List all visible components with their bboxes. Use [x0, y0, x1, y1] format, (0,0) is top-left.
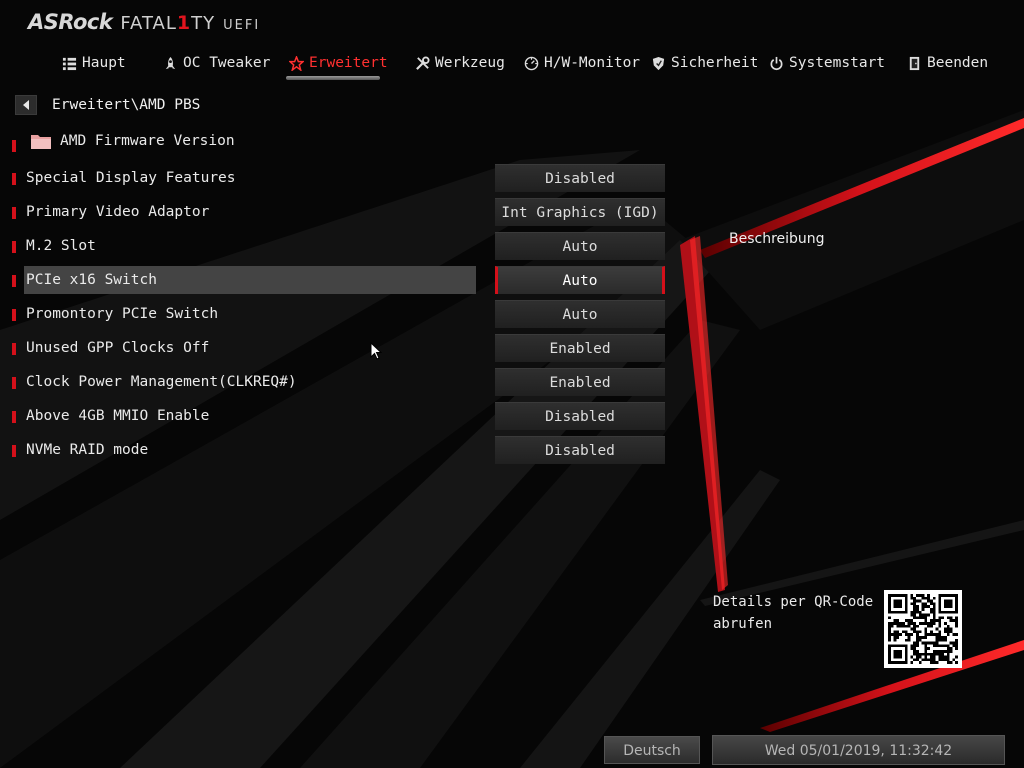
rocket-icon [165, 56, 176, 69]
description-title: Beschreibung [729, 231, 825, 247]
setting-label: PCIe x16 Switch [26, 272, 157, 288]
menu-item-label: AMD Firmware Version [60, 133, 235, 149]
setting-value-button[interactable]: Disabled [495, 436, 665, 464]
list-icon [62, 57, 77, 70]
item-marker [12, 377, 16, 389]
folder-icon [31, 135, 51, 149]
setting-label: M.2 Slot [26, 238, 96, 254]
tab-label: Werkzeug [435, 55, 505, 71]
item-marker [12, 207, 16, 219]
tab-werkzeug[interactable]: Werkzeug [415, 50, 505, 76]
item-marker [12, 173, 16, 185]
shield-icon [652, 56, 665, 70]
star-icon [289, 55, 304, 71]
tab-label: Erweitert [309, 55, 388, 71]
setting-row-primary-video-adaptor[interactable]: Primary Video Adaptor Int Graphics (IGD) [0, 198, 680, 226]
tab-label: H/W-Monitor [544, 55, 641, 71]
setting-value-button[interactable]: Disabled [495, 402, 665, 430]
qr-code [884, 590, 962, 668]
setting-value-button[interactable]: Disabled [495, 164, 665, 192]
setting-label: Primary Video Adaptor [26, 204, 210, 220]
tab-label: Beenden [927, 55, 989, 71]
active-tab-indicator [286, 76, 380, 80]
setting-label: NVMe RAID mode [26, 442, 149, 458]
item-marker [12, 140, 16, 152]
menu-item-amd-firmware-version[interactable]: AMD Firmware Version [0, 128, 480, 154]
tools-icon [416, 55, 430, 70]
setting-label: Special Display Features [26, 170, 236, 186]
qr-caption: Details per QR-Code abrufen [713, 591, 878, 635]
datetime-display: Wed 05/01/2019, 11:32:42 [712, 735, 1005, 765]
tab-erweitert[interactable]: Erweitert [289, 50, 388, 76]
setting-label: Unused GPP Clocks Off [26, 340, 210, 356]
qr-caption-line2: abrufen [713, 616, 773, 632]
setting-row-clock-power-management[interactable]: Clock Power Management(CLKREQ#) Enabled [0, 368, 680, 396]
tab-oc-tweaker[interactable]: OC Tweaker [163, 50, 270, 76]
setting-row-above-4gb-mmio[interactable]: Above 4GB MMIO Enable Disabled [0, 402, 680, 430]
back-arrow-icon [23, 100, 29, 110]
power-icon [770, 56, 783, 70]
tab-label: OC Tweaker [183, 55, 271, 71]
setting-row-pcie-x16-switch[interactable]: PCIe x16 Switch Auto [0, 266, 680, 294]
asrock-fatal1ty-logo: ASRock FATAL1TY UEFI [28, 10, 260, 38]
item-marker [12, 411, 16, 423]
tab-haupt[interactable]: Haupt [62, 50, 126, 76]
setting-label: Promontory PCIe Switch [26, 306, 219, 322]
setting-row-special-display-features[interactable]: Special Display Features Disabled [0, 164, 680, 192]
tab-hw-monitor[interactable]: H/W-Monitor [524, 50, 640, 76]
tab-label: Sicherheit [671, 55, 759, 71]
item-marker [12, 309, 16, 321]
item-marker [12, 343, 16, 355]
item-marker [12, 445, 16, 457]
language-button[interactable]: Deutsch [604, 736, 700, 764]
tab-systemstart[interactable]: Systemstart [769, 50, 885, 76]
top-nav: Haupt OC Tweaker Erweitert Werkzeug H/W-… [0, 50, 1024, 80]
breadcrumb-path: Erweitert\AMD PBS [52, 97, 201, 113]
setting-label: Above 4GB MMIO Enable [26, 408, 210, 424]
tab-sicherheit[interactable]: Sicherheit [651, 50, 758, 76]
mouse-cursor-icon [370, 342, 382, 360]
exit-door-icon [909, 56, 920, 70]
setting-value-button[interactable]: Int Graphics (IGD) [495, 198, 665, 226]
monitor-gauge-icon [524, 56, 539, 70]
setting-value-button[interactable]: Enabled [495, 334, 665, 362]
setting-row-nvme-raid-mode[interactable]: NVMe RAID mode Disabled [0, 436, 680, 464]
back-button[interactable] [15, 95, 37, 115]
setting-value-button[interactable]: Auto [495, 266, 665, 294]
tab-label: Haupt [82, 55, 126, 71]
setting-value-button[interactable]: Auto [495, 300, 665, 328]
logo-uefi: UEFI [223, 18, 261, 33]
tab-label: Systemstart [789, 55, 886, 71]
setting-label: Clock Power Management(CLKREQ#) [26, 374, 297, 390]
setting-row-promontory-pcie-switch[interactable]: Promontory PCIe Switch Auto [0, 300, 680, 328]
item-marker [12, 275, 16, 287]
setting-row-unused-gpp-clocks-off[interactable]: Unused GPP Clocks Off Enabled [0, 334, 680, 362]
setting-value-button[interactable]: Enabled [495, 368, 665, 396]
item-marker [12, 241, 16, 253]
tab-beenden[interactable]: Beenden [907, 50, 988, 76]
qr-caption-line1: Details per QR-Code [713, 594, 874, 610]
setting-row-m2-slot[interactable]: M.2 Slot Auto [0, 232, 680, 260]
logo-fatal: FATAL1TY [120, 12, 216, 34]
setting-value-button[interactable]: Auto [495, 232, 665, 260]
logo-brand: ASRock [28, 10, 113, 34]
breadcrumb: Erweitert\AMD PBS [15, 94, 200, 116]
